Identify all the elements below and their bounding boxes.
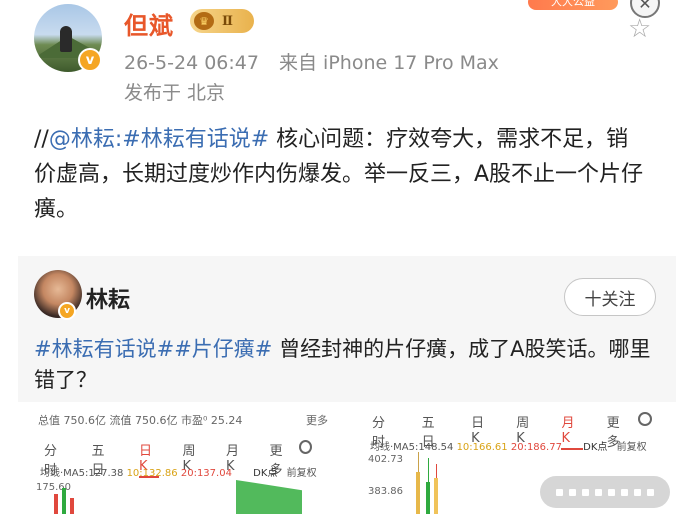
grid-dot-icon xyxy=(569,488,576,496)
candle xyxy=(426,482,430,514)
grid-dot-icon xyxy=(621,488,628,496)
charity-tag[interactable]: 大大公益 xyxy=(528,0,618,10)
grid-dot-icon xyxy=(582,488,589,496)
verified-badge-icon: v xyxy=(58,302,76,320)
grid-dot-icon xyxy=(595,488,602,496)
grid-dot-icon xyxy=(608,488,615,496)
settings-icon[interactable] xyxy=(298,440,312,454)
post-meta: 26-5-24 06:47 来自 iPhone 17 Pro Max xyxy=(124,48,499,75)
follow-button[interactable]: 十关注 xyxy=(564,278,656,316)
candle xyxy=(62,488,66,514)
post-timestamp: 26-5-24 06:47 xyxy=(124,52,259,74)
more-link[interactable]: 更多 xyxy=(306,412,328,428)
post-text: //@林耘:#林耘有话说# 核心问题：疗效夸大，需求不足，销价虚高，长期过度炒作… xyxy=(34,127,644,222)
quoted-author-name[interactable]: 林耘 xyxy=(86,282,130,314)
price-high-label: 402.73 xyxy=(368,454,403,465)
post-location: 发布于 北京 xyxy=(124,82,226,104)
price-mid-label: 383.86 xyxy=(368,486,403,497)
ma-legend: 均线·MA5:148.54 10:166.61 20:186.77 DK点 前复… xyxy=(370,442,647,453)
crown-icon: ♛ xyxy=(194,12,214,30)
author-name[interactable]: 但斌 xyxy=(124,6,174,41)
level-badge[interactable]: ♛ Ⅱ xyxy=(190,9,254,33)
hashtag-link[interactable]: #片仔癀# xyxy=(174,337,272,361)
hashtag-link[interactable]: #林耘有话说# xyxy=(122,127,269,152)
mention-link[interactable]: @林耘 xyxy=(49,127,115,152)
image-viewer-button[interactable] xyxy=(540,476,670,508)
candle xyxy=(434,478,438,514)
grid-dot-icon xyxy=(556,488,563,496)
grid-dot-icon xyxy=(647,488,654,496)
ma-legend: 均线·MA5:127.38 10:132.86 20:137.04 DK点 前复… xyxy=(40,468,317,479)
candle xyxy=(54,494,58,514)
quoted-post-text: #林耘有话说##片仔癀# 曾经封神的片仔癀，成了A股笑话。哪里错了？ xyxy=(34,334,664,396)
settings-icon[interactable] xyxy=(638,412,652,426)
stock-chart-left[interactable]: 总值 750.6亿 流值 750.6亿 市盈⁰ 25.24 更多 分时 五日 日… xyxy=(18,402,336,514)
verified-badge-icon: v xyxy=(78,48,102,72)
level-text: Ⅱ xyxy=(222,13,233,29)
post-device: 来自 iPhone 17 Pro Max xyxy=(279,52,499,74)
stock-info: 总值 750.6亿 流值 750.6亿 市盈⁰ 25.24 xyxy=(38,414,243,427)
favorite-star-icon[interactable]: ☆ xyxy=(628,14,651,44)
candle xyxy=(70,498,74,514)
candle xyxy=(416,472,420,514)
hashtag-link[interactable]: #林耘有话说# xyxy=(34,337,174,361)
grid-dot-icon xyxy=(634,488,641,496)
chart-volume-area xyxy=(236,480,302,514)
